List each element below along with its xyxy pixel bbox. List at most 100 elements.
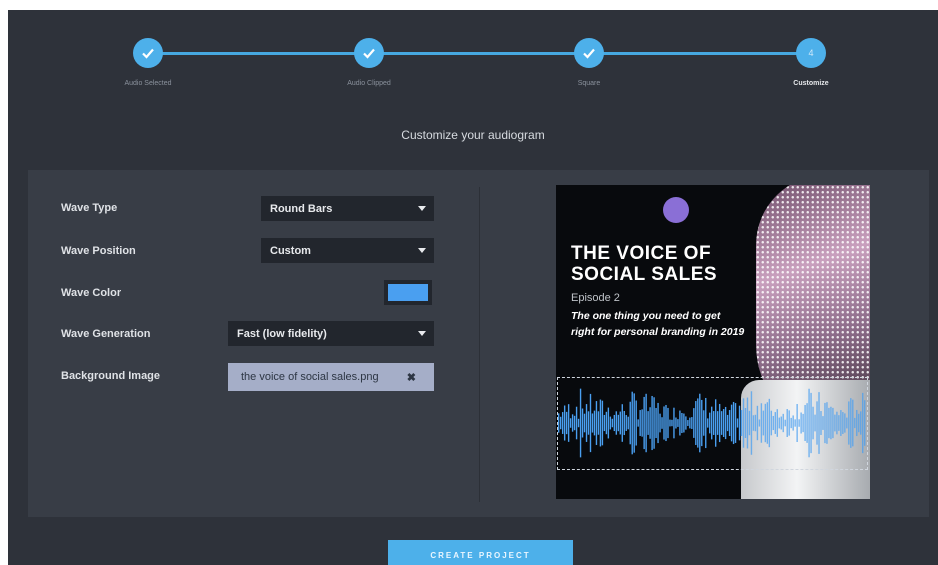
waveform-bar — [569, 418, 572, 428]
waveform-bar — [661, 417, 663, 429]
waveform-bar — [802, 413, 804, 433]
waveform-bar — [675, 417, 677, 429]
preview-subtitle: The one thing you need to get right for … — [571, 310, 745, 338]
waveform-bar — [732, 401, 735, 445]
waveform-bar — [591, 413, 594, 433]
waveform-bar — [559, 416, 562, 430]
waveform-bar — [659, 413, 661, 433]
waveform-bar — [784, 419, 786, 427]
step-3-check-icon[interactable] — [574, 38, 604, 68]
waveform-bar — [750, 391, 753, 455]
wave-generation-select[interactable]: Fast (low fidelity) — [228, 321, 434, 346]
chevron-down-icon — [418, 331, 426, 336]
step-3-label: Square — [577, 80, 601, 87]
wave-type-value: Round Bars — [270, 202, 333, 215]
wave-position-value: Custom — [270, 244, 311, 257]
waveform-bar — [736, 418, 739, 428]
waveform-bar — [766, 402, 769, 444]
waveform-bar — [577, 418, 580, 428]
waveform-bar — [862, 392, 864, 454]
wave-generation-label: Wave Generation — [61, 328, 151, 340]
waveform-bar — [579, 388, 582, 458]
waveform-bar — [832, 407, 834, 439]
waveform-bar — [647, 411, 649, 435]
waveform-bar — [619, 411, 621, 435]
waveform-bar — [834, 414, 836, 432]
waveform-bar — [617, 414, 620, 432]
step-4-number[interactable]: 4 — [796, 38, 826, 68]
step-1-check-icon[interactable] — [133, 38, 163, 68]
wave-color-swatch — [388, 284, 428, 301]
waveform-bar — [840, 410, 842, 436]
waveform-bar — [558, 413, 560, 433]
waveform-bar — [683, 413, 685, 433]
waveform-bar — [852, 399, 854, 447]
background-image-field[interactable]: the voice of social sales.png ✖ — [228, 363, 434, 391]
waveform-bar — [593, 410, 596, 436]
waveform-bar — [589, 393, 592, 453]
waveform-bar — [673, 407, 675, 439]
waveform-bar — [734, 403, 737, 443]
waveform-bar — [625, 415, 627, 431]
waveform-bar — [846, 417, 848, 429]
step-connector — [369, 52, 589, 55]
background-image-filename: the voice of social sales.png — [241, 371, 379, 383]
wave-color-picker[interactable] — [384, 280, 432, 305]
step-1-label: Audio Selected — [124, 80, 172, 87]
waveform-bar — [561, 412, 564, 434]
waveform-region[interactable] — [557, 377, 868, 470]
waveform-bar — [641, 409, 643, 437]
waveform-bar — [649, 407, 651, 439]
waveform-bar — [667, 407, 669, 439]
waveform-bar — [621, 404, 623, 442]
create-project-button[interactable]: CREATE PROJECT — [388, 540, 573, 565]
waveform-bar — [703, 410, 705, 436]
waveform-bar — [613, 414, 616, 432]
waveform-bar — [730, 404, 733, 442]
waveform-bar — [744, 408, 747, 439]
waveform-bar — [597, 411, 600, 435]
remove-file-icon[interactable]: ✖ — [407, 371, 416, 384]
waveform-bar — [718, 403, 721, 443]
waveform-bar — [814, 414, 816, 432]
chevron-down-icon — [418, 248, 426, 253]
waveform-bar — [838, 415, 840, 431]
waveform-bar — [836, 411, 838, 435]
waveform-bar — [752, 415, 755, 431]
waveform-bar — [697, 398, 699, 448]
waveform-bar — [691, 417, 693, 429]
preview-title: THE VOICE OF SOCIAL SALES — [571, 243, 717, 285]
waveform-bar — [738, 405, 741, 441]
waveform-bar — [764, 403, 767, 443]
waveform-bar — [629, 401, 631, 445]
waveform-bar — [812, 406, 814, 440]
waveform-bar — [687, 420, 689, 426]
waveform-bar — [728, 410, 731, 437]
waveform-bar — [740, 410, 743, 437]
waveform-bar — [611, 418, 614, 428]
waveform-bar — [768, 398, 771, 448]
step-2-check-icon[interactable] — [354, 38, 384, 68]
waveform-bar — [796, 404, 798, 443]
waveform-bar — [689, 417, 691, 429]
waveform-bar — [639, 410, 641, 436]
wave-type-select[interactable]: Round Bars — [261, 196, 434, 221]
waveform-bar — [605, 411, 608, 435]
waveform-bar — [603, 414, 606, 432]
waveform-bar — [615, 411, 618, 435]
step-connector — [589, 52, 811, 55]
waveform-bar — [848, 401, 850, 445]
waveform-bar — [627, 416, 629, 430]
waveform-bar — [746, 397, 749, 449]
waveform-bar — [772, 415, 775, 431]
chevron-down-icon — [418, 206, 426, 211]
wave-position-select[interactable]: Custom — [261, 238, 434, 263]
waveform-bar — [828, 407, 830, 439]
waveform-bar — [720, 411, 723, 435]
waveform-bar — [607, 407, 610, 439]
waveform-bar — [792, 415, 794, 431]
waveform-bar — [599, 399, 602, 447]
waveform-bar — [854, 417, 856, 429]
waveform-bar — [679, 410, 681, 436]
waveform-bar — [714, 399, 717, 447]
